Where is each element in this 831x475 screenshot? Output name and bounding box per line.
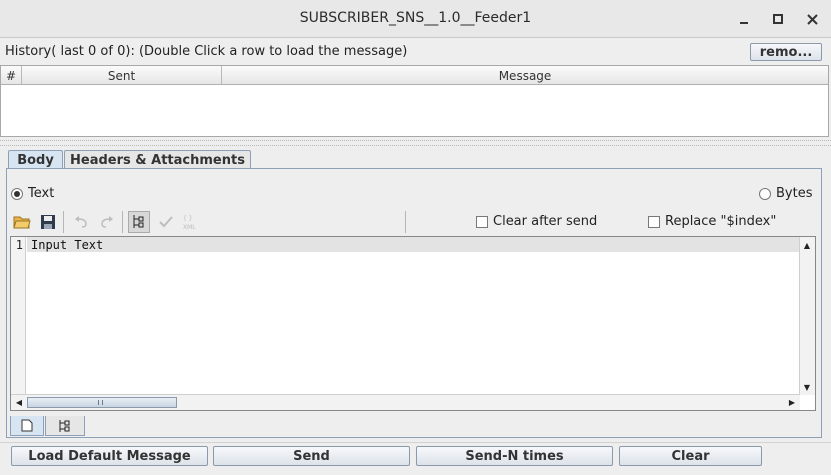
column-header-message[interactable]: Message [222, 66, 828, 85]
svg-text:XML: XML [183, 224, 196, 231]
open-folder-icon[interactable] [11, 211, 33, 233]
document-icon [21, 419, 33, 432]
history-table-header: # Sent Message [1, 66, 828, 85]
text-radio-label: Text [28, 186, 55, 201]
editor-line[interactable]: Input Text [27, 237, 799, 252]
scroll-up-icon[interactable]: ▲ [800, 238, 814, 252]
maximize-icon[interactable] [768, 9, 788, 29]
load-default-message-button[interactable]: Load Default Message [11, 446, 208, 466]
history-table[interactable]: # Sent Message [0, 65, 829, 137]
radio-selected-icon [11, 187, 23, 200]
scroll-down-icon[interactable]: ▼ [800, 380, 814, 394]
replace-index-checkbox[interactable]: Replace "$index" [648, 214, 776, 229]
undo-icon[interactable] [70, 211, 92, 233]
title-bar: SUBSCRIBER_SNS__1.0__Feeder1 [0, 0, 831, 38]
svg-text:{ }: { } [183, 215, 193, 222]
horizontal-scroll-thumb[interactable] [27, 397, 177, 408]
validate-check-icon[interactable] [155, 211, 177, 233]
clear-button[interactable]: Clear [619, 446, 762, 466]
format-xml-icon[interactable]: { } XML [180, 211, 202, 233]
tab-headers-attachments[interactable]: Headers & Attachments [64, 150, 251, 169]
window-title: SUBSCRIBER_SNS__1.0__Feeder1 [299, 10, 532, 26]
send-n-times-button[interactable]: Send-N times [416, 446, 613, 466]
checkbox-unchecked-icon [476, 215, 488, 228]
send-button[interactable]: Send [213, 446, 410, 466]
tab-body[interactable]: Body [8, 150, 63, 169]
clear-after-send-checkbox[interactable]: Clear after send [476, 214, 597, 229]
save-icon[interactable] [37, 211, 59, 233]
bytes-radio[interactable]: Bytes [759, 186, 812, 201]
minimize-icon[interactable] [734, 9, 754, 29]
toolbar-separator [63, 211, 64, 233]
history-label: History( last 0 of 0): (Double Click a r… [5, 44, 408, 59]
scroll-left-icon[interactable]: ◀ [12, 395, 26, 409]
replace-index-label: Replace "$index" [665, 214, 777, 229]
text-view-tab[interactable] [10, 416, 44, 436]
column-header-index[interactable]: # [1, 66, 22, 85]
split-pane-divider[interactable] [0, 140, 831, 146]
toolbar-separator [122, 211, 123, 233]
column-header-sent[interactable]: Sent [22, 66, 222, 85]
clear-after-send-label: Clear after send [493, 214, 598, 229]
vertical-scrollbar[interactable]: ▲ ▼ [799, 237, 815, 395]
tree-view-icon[interactable] [128, 211, 150, 233]
message-editor[interactable]: 1 Input Text ▲ ▼ ◀ ▶ [10, 236, 816, 411]
tree-view-icon [59, 419, 70, 432]
redo-icon[interactable] [96, 211, 118, 233]
text-radio[interactable]: Text [11, 186, 54, 201]
checkbox-unchecked-icon [648, 215, 660, 228]
remove-history-button[interactable]: remo... [750, 43, 822, 61]
radio-unselected-icon [759, 187, 771, 200]
bytes-radio-label: Bytes [776, 186, 813, 201]
line-number-gutter: 1 [11, 237, 26, 394]
scroll-right-icon[interactable]: ▶ [785, 395, 799, 409]
close-icon[interactable] [802, 9, 822, 29]
horizontal-scrollbar[interactable]: ◀ ▶ [11, 394, 800, 410]
toolbar-separator [405, 211, 406, 233]
tree-view-tab[interactable] [45, 416, 85, 436]
